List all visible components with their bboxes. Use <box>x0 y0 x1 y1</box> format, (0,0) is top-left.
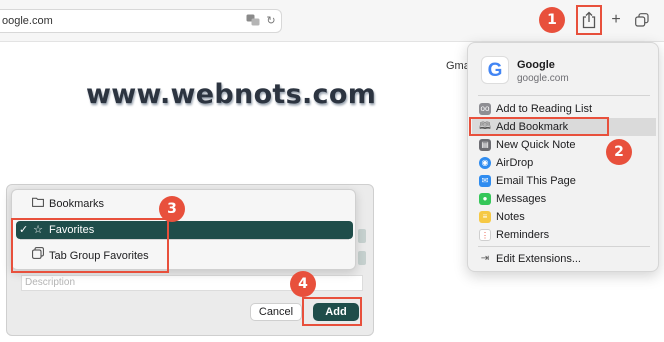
watermark: www.webnots.com <box>86 79 377 110</box>
favorites-highlight <box>11 218 169 273</box>
reload-icon[interactable]: ↻ <box>264 14 278 28</box>
menu-item-edit-extensions[interactable]: ⇥ Edit Extensions... <box>472 250 656 268</box>
notes-icon: ≡ <box>479 211 491 223</box>
site-url: google.com <box>517 73 569 84</box>
step-badge-1: 1 <box>539 7 565 33</box>
menu-divider <box>478 95 650 96</box>
folder-icon <box>32 195 44 213</box>
cancel-button[interactable]: Cancel <box>250 303 302 321</box>
reminders-icon: ⋮ <box>479 229 491 241</box>
share-button[interactable] <box>576 5 602 35</box>
site-name: Google <box>517 59 555 71</box>
address-bar[interactable]: oogle.com ↻ <box>0 9 282 33</box>
share-icon <box>582 11 596 29</box>
airdrop-icon: ◉ <box>479 157 491 169</box>
translate-icon[interactable] <box>246 14 260 28</box>
menu-item-notes[interactable]: ≡ Notes <box>472 208 656 226</box>
menu-divider <box>478 246 650 247</box>
address-bar-url[interactable]: oogle.com <box>2 15 53 27</box>
messages-icon: ● <box>479 193 491 205</box>
add-bookmark-highlight <box>469 117 609 136</box>
title-field-edge <box>358 251 366 265</box>
glasses-icon: oo <box>479 103 491 115</box>
add-button-highlight <box>302 297 362 326</box>
step-badge-2: 2 <box>606 139 632 165</box>
mail-icon: ✉ <box>479 175 491 187</box>
tabs-overview-icon <box>635 13 649 27</box>
tab-overview-button[interactable] <box>630 8 654 32</box>
quick-note-icon: ▤ <box>479 139 491 151</box>
menu-item-messages[interactable]: ● Messages <box>472 190 656 208</box>
step-badge-4: 4 <box>290 271 316 297</box>
menu-item-add-to-reading-list[interactable]: oo Add to Reading List <box>472 100 656 118</box>
menu-item-reminders[interactable]: ⋮ Reminders <box>472 226 656 244</box>
menu-item-email-this-page[interactable]: ✉ Email This Page <box>472 172 656 190</box>
extensions-icon: ⇥ <box>480 253 490 264</box>
step-badge-3: 3 <box>159 196 185 222</box>
plus-icon: + <box>611 11 621 28</box>
google-logo-icon: G <box>481 56 509 84</box>
new-tab-button[interactable]: + <box>604 8 628 32</box>
title-field-edge <box>358 229 366 243</box>
